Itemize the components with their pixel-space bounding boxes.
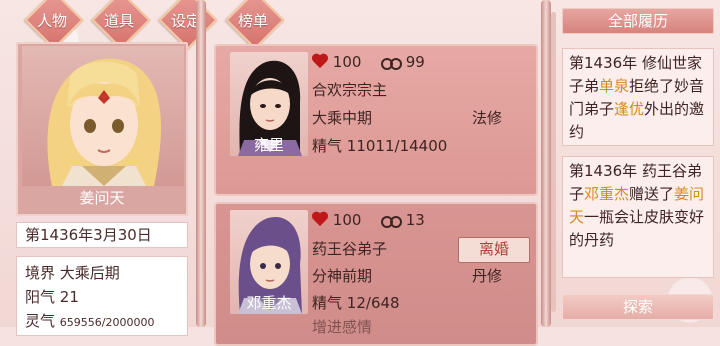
tab-items[interactable]: 道具 bbox=[89, 0, 151, 50]
divider-rod-right bbox=[541, 0, 551, 327]
stat-yang: 阳气 21 bbox=[25, 285, 179, 309]
history-text: 赠送了 bbox=[629, 185, 675, 203]
explore-button[interactable]: 探索 bbox=[562, 294, 714, 320]
history-entry: 第1436年 药王谷弟子邓重杰赠送了姜问天一瓶会让皮肤变好的丹药 bbox=[562, 156, 714, 278]
tab-rankings[interactable]: 榜单 bbox=[223, 0, 285, 50]
tab-character-label: 人物 bbox=[36, 11, 67, 30]
history-header[interactable]: 全部履历 bbox=[562, 8, 714, 34]
partner-card[interactable]: 雍里 100 99 合欢宗宗主 大乘中期 法修 精气 11011/14400 bbox=[214, 44, 538, 196]
tab-rankings-label: 榜单 bbox=[237, 11, 268, 30]
history-highlight: 逢优 bbox=[614, 100, 645, 118]
divorce-button[interactable]: 离婚 bbox=[458, 237, 530, 263]
affection-value: 100 bbox=[332, 211, 362, 229]
stat-realm-value: 大乘后期 bbox=[59, 264, 120, 282]
player-portrait bbox=[22, 46, 184, 186]
tab-settings[interactable]: 设定 bbox=[156, 0, 218, 50]
stat-spirit: 灵气 659556/2000000 bbox=[25, 309, 179, 335]
bond-value: 99 bbox=[405, 53, 425, 71]
partner-name: 雍里 bbox=[253, 136, 284, 154]
essence-value: 11011/14400 bbox=[346, 137, 448, 155]
history-highlight: 单泉 bbox=[599, 77, 630, 95]
stat-yang-label: 阳气 bbox=[25, 288, 56, 306]
partner-realm: 分神前期 bbox=[312, 267, 373, 285]
partner-name: 邓重杰 bbox=[246, 294, 292, 312]
heart-icon bbox=[312, 212, 328, 227]
ring-icon bbox=[380, 212, 402, 228]
player-name: 姜问天 bbox=[79, 189, 125, 207]
player-portrait-art bbox=[47, 58, 162, 186]
history-scrollbar[interactable] bbox=[551, 12, 556, 312]
essence-label: 精气 bbox=[312, 137, 343, 155]
heart-icon bbox=[312, 54, 328, 69]
stat-spirit-label: 灵气 bbox=[25, 312, 56, 330]
bond-value: 13 bbox=[405, 211, 425, 229]
tab-items-label: 道具 bbox=[103, 11, 134, 30]
history-highlight: 邓重杰 bbox=[584, 185, 630, 203]
stat-realm-label: 境界 bbox=[25, 264, 56, 282]
history-entry: 第1436年 修仙世家子弟单泉拒绝了妙音门弟子逢优外出的邀约 bbox=[562, 48, 714, 146]
partner-stats-row: 100 99 bbox=[312, 53, 425, 71]
divider-rod-left bbox=[196, 0, 206, 327]
date-display: 第1436年3月30日 bbox=[16, 222, 188, 248]
stat-spirit-value: 659556/2000000 bbox=[59, 316, 155, 329]
partner-title: 合欢宗宗主 bbox=[312, 81, 388, 99]
partner-card[interactable]: 邓重杰 100 13 药王谷弟子 离婚 分神前期 丹修 精气 12/648 增进… bbox=[214, 202, 538, 346]
essence-value: 12/648 bbox=[346, 294, 400, 312]
player-stats: 境界 大乘后期 阳气 21 灵气 659556/2000000 bbox=[16, 256, 188, 336]
affection-value: 100 bbox=[332, 53, 362, 71]
partner-class: 法修 bbox=[472, 109, 503, 127]
stat-yang-value: 21 bbox=[59, 288, 79, 306]
partner-title: 药王谷弟子 bbox=[312, 240, 388, 258]
stat-realm: 境界 大乘后期 bbox=[25, 261, 179, 285]
partner-essence: 精气 12/648 bbox=[312, 292, 400, 313]
partner-class: 丹修 bbox=[472, 267, 503, 285]
partner-realm: 大乘中期 bbox=[312, 109, 373, 127]
ring-icon bbox=[380, 54, 402, 70]
tab-character[interactable]: 人物 bbox=[22, 0, 84, 50]
partner-essence: 精气 11011/14400 bbox=[312, 135, 447, 156]
essence-label: 精气 bbox=[312, 294, 343, 312]
history-text: 一瓶会让皮肤变好的丹药 bbox=[569, 208, 705, 249]
partner-stats-row: 100 13 bbox=[312, 211, 425, 229]
